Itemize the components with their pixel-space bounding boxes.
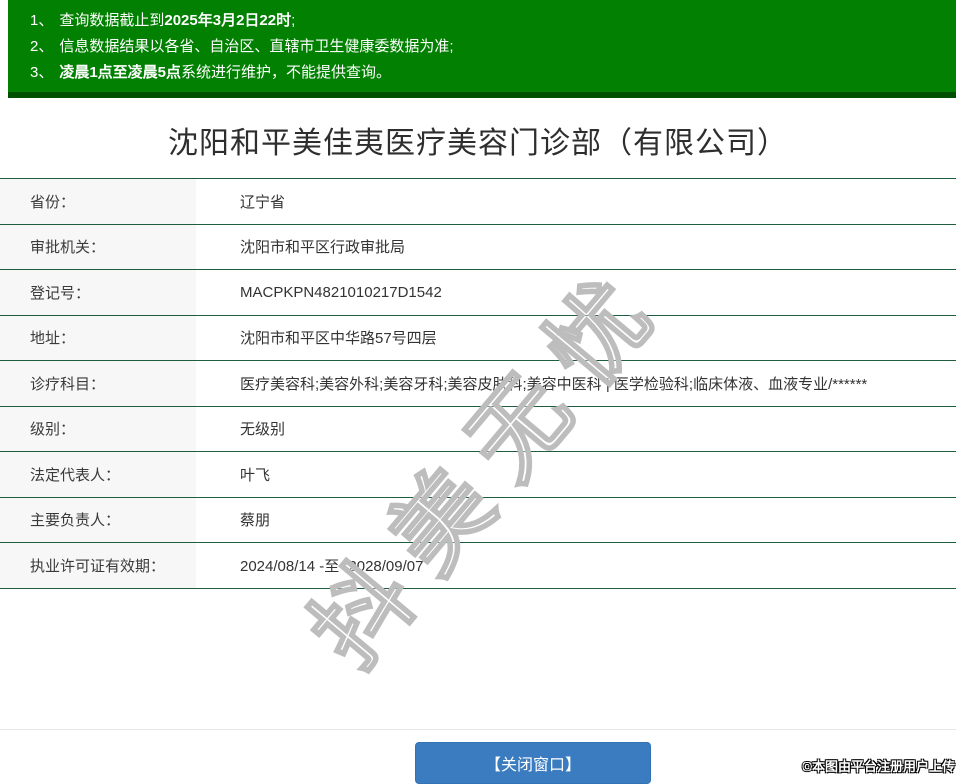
row-label: 法定代表人：	[0, 452, 196, 497]
row-label: 省份：	[0, 179, 196, 224]
row-value: 辽宁省	[240, 193, 286, 211]
notice-line-3: 3、 凌晨1点至凌晨5点系统进行维护，不能提供查询。	[30, 60, 946, 86]
table-row: 省份： 辽宁省	[0, 179, 956, 225]
table-row: 主要负责人： 蔡朋	[0, 497, 956, 543]
notice-banner: 1、 查询数据截止到2025年3月2日22时; 2、 信息数据结果以各省、自治区、直…	[8, 0, 956, 98]
table-row: 执业许可证有效期： 2024/08/14 -至- 2028/09/07	[0, 543, 956, 589]
notice-text: 信息数据结果以各省、自治区、直辖市卫生健康委数据为准;	[59, 38, 454, 55]
institution-info-table: 省份： 辽宁省 审批机关： 沈阳市和平区行政审批局 登记号： MACPKPN48…	[0, 178, 956, 589]
row-label: 级别：	[0, 406, 196, 451]
row-value: 蔡朋	[240, 512, 271, 530]
notice-text: 查询数据截止到	[59, 12, 165, 29]
notice-number: 2、	[30, 38, 54, 55]
table-row: 法定代表人： 叶飞	[0, 452, 956, 498]
table-row: 诊疗科目： 医疗美容科;美容外科;美容牙科;美容皮肤科;美容中医科 | 医学检验…	[0, 361, 956, 407]
row-label: 地址：	[0, 315, 196, 360]
table-row: 地址： 沈阳市和平区中华路57号四层	[0, 315, 956, 361]
page-title: 沈阳和平美佳夷医疗美容门诊部（有限公司）	[168, 127, 788, 160]
row-label: 审批机关：	[0, 224, 196, 269]
notice-line-2: 2、 信息数据结果以各省、自治区、直辖市卫生健康委数据为准;	[30, 34, 946, 60]
notice-text-bold: 2025年3月2日22时	[164, 12, 292, 29]
table-row: 审批机关： 沈阳市和平区行政审批局	[0, 224, 956, 270]
footer-divider	[0, 729, 956, 730]
notice-text: 系统进行维护，不能提供查询。	[181, 64, 392, 81]
row-value: 医疗美容科;美容外科;美容牙科;美容皮肤科;美容中医科 | 医学检验科;临床体液…	[240, 375, 868, 393]
row-label: 登记号：	[0, 270, 196, 315]
notice-number: 1、	[30, 12, 54, 29]
row-value: 2024/08/14 -至- 2028/09/07	[240, 557, 424, 575]
table-row: 登记号： MACPKPN4821010217D1542	[0, 270, 956, 316]
row-value: MACPKPN4821010217D1542	[240, 283, 442, 301]
uploader-watermark: ©本图由平台注册用户上传	[802, 759, 955, 774]
row-label: 执业许可证有效期：	[0, 543, 196, 588]
row-value: 沈阳市和平区行政审批局	[240, 239, 406, 257]
notice-text: ;	[291, 12, 296, 29]
notice-line-1: 1、 查询数据截止到2025年3月2日22时;	[30, 8, 946, 34]
row-value: 叶飞	[240, 466, 271, 484]
row-label: 诊疗科目：	[0, 361, 196, 406]
table-row: 级别： 无级别	[0, 406, 956, 452]
notice-text-bold: 凌晨1点至凌晨5点	[59, 64, 182, 81]
row-label: 主要负责人：	[0, 497, 196, 542]
row-value: 无级别	[240, 421, 286, 439]
close-window-button[interactable]: 【关闭窗口】	[415, 742, 651, 784]
row-value: 沈阳市和平区中华路57号四层	[240, 330, 437, 348]
notice-number: 3、	[30, 64, 54, 81]
